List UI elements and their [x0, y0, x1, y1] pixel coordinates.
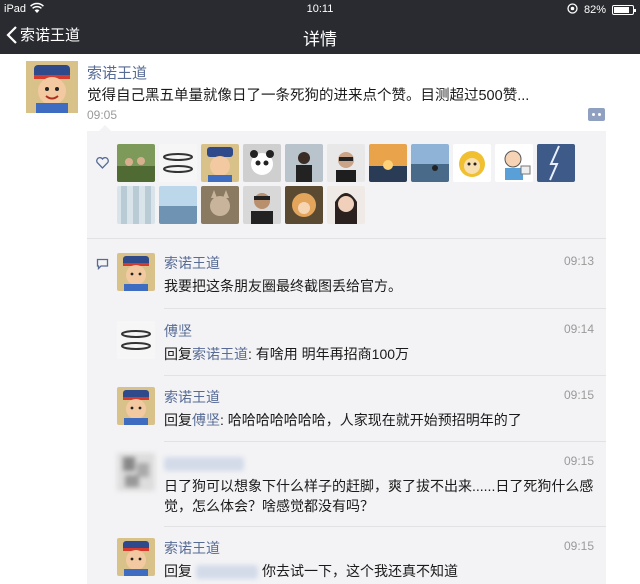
- reply-label: 回复: [164, 412, 192, 428]
- comment-divider: [164, 526, 606, 527]
- like-avatar[interactable]: [117, 186, 155, 224]
- like-avatar[interactable]: [495, 144, 533, 182]
- comment-time: 09:13: [563, 254, 594, 268]
- comment-author[interactable]: [164, 457, 244, 471]
- comment-item[interactable]: 09:15 日了狗可以想象下什么样子的赶脚，爽了拔不出来......日了死狗什么…: [117, 453, 606, 529]
- like-avatar[interactable]: [327, 144, 365, 182]
- post-author[interactable]: 索诺王道: [87, 62, 147, 83]
- comment-divider: [164, 308, 606, 309]
- comment-time: 09:14: [563, 322, 594, 336]
- like-avatar[interactable]: [201, 144, 239, 182]
- like-avatar[interactable]: [243, 144, 281, 182]
- like-avatar[interactable]: [243, 186, 281, 224]
- comment-avatar[interactable]: [117, 253, 155, 291]
- battery-icon: [612, 5, 636, 15]
- post-avatar[interactable]: [26, 61, 78, 113]
- comment-author[interactable]: 索诺王道: [164, 253, 220, 273]
- comment-item[interactable]: 索诺王道 09:13 我要把这条朋友圈最终截图丢给官方。: [117, 253, 606, 309]
- comment-text: 日了狗可以想象下什么样子的赶脚，爽了拔不出来......日了死狗什么感觉，怎么体…: [164, 478, 594, 514]
- reply-label: 回复: [164, 563, 192, 579]
- comment-author[interactable]: 索诺王道: [164, 538, 220, 558]
- like-avatars: [117, 144, 597, 224]
- comment-divider: [164, 375, 606, 376]
- post-text: 觉得自己黑五单量就像日了一条死狗的进来点个赞。目测超过500赞...: [87, 88, 530, 104]
- like-avatar[interactable]: [537, 144, 575, 182]
- comment-avatar[interactable]: [117, 321, 155, 359]
- comment-bubble-icon: [96, 257, 109, 275]
- comment-avatar[interactable]: [117, 453, 155, 491]
- page-title: 详情: [303, 30, 337, 49]
- like-avatar[interactable]: [369, 144, 407, 182]
- reply-target[interactable]: [196, 565, 258, 580]
- comment-text: 我要把这条朋友圈最终截图丢给官方。: [164, 278, 402, 294]
- post-time: 09:05: [87, 108, 118, 122]
- status-time: 10:11: [306, 3, 334, 15]
- like-avatar[interactable]: [453, 144, 491, 182]
- comment-text: 回复索诺王道: 有啥用 明年再招商100万: [164, 344, 594, 364]
- comment-time: 09:15: [563, 388, 594, 402]
- reply-target[interactable]: 索诺王道: [192, 346, 248, 362]
- more-actions-icon[interactable]: [588, 108, 605, 121]
- like-avatar[interactable]: [285, 144, 323, 182]
- comment-item[interactable]: 索诺王道 09:15 回复傅坚: 哈哈哈哈哈哈哈，人家现在就开始预招明年的了: [117, 387, 606, 443]
- like-avatar[interactable]: [201, 186, 239, 224]
- like-avatar[interactable]: [117, 144, 155, 182]
- reply-label: 回复: [164, 346, 192, 362]
- comment-text: 回复 你去试一下，这个我还真不知道: [164, 561, 594, 581]
- comment-text: 回复傅坚: 哈哈哈哈哈哈哈，人家现在就开始预招明年的了: [164, 410, 594, 430]
- like-avatar[interactable]: [159, 186, 197, 224]
- reply-text: 你去试一下，这个我还真不知道: [262, 563, 458, 579]
- battery-percent: 82%: [583, 4, 606, 16]
- like-avatar[interactable]: [327, 186, 365, 224]
- orientation-lock-icon: [567, 3, 578, 17]
- comment-author[interactable]: 索诺王道: [164, 387, 220, 407]
- like-avatar[interactable]: [285, 186, 323, 224]
- heart-outline-icon: [96, 156, 109, 174]
- like-avatar[interactable]: [411, 144, 449, 182]
- status-bar: iPad 10:11 82%: [0, 0, 640, 18]
- reply-target[interactable]: 傅坚: [192, 412, 220, 428]
- reply-text: : 哈哈哈哈哈哈哈，人家现在就开始预招明年的了: [220, 412, 522, 428]
- comment-author[interactable]: 傅坚: [164, 321, 192, 341]
- likes-divider: [87, 238, 606, 239]
- comment-item[interactable]: 傅坚 09:14 回复索诺王道: 有啥用 明年再招商100万: [117, 321, 606, 377]
- comment-divider: [164, 441, 606, 442]
- comment-time: 09:15: [563, 539, 594, 553]
- comment-item[interactable]: 索诺王道 09:15 回复 你去试一下，这个我还真不知道: [117, 538, 606, 584]
- comment-time: 09:15: [563, 454, 594, 468]
- comment-avatar[interactable]: [117, 538, 155, 576]
- nav-bar: 索诺王道 详情: [0, 18, 640, 54]
- reply-text: : 有啥用 明年再招商100万: [248, 346, 410, 362]
- comment-avatar[interactable]: [117, 387, 155, 425]
- like-avatar[interactable]: [159, 144, 197, 182]
